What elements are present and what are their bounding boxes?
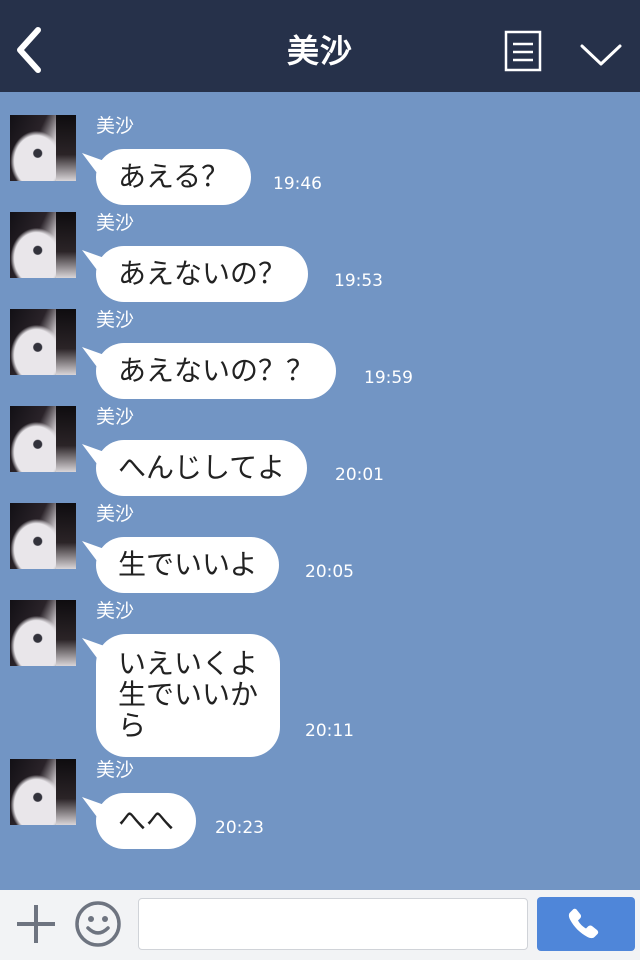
plus-icon [17, 905, 55, 943]
message-text: あえないの？ [96, 246, 309, 302]
message-text: 生でいいよ [96, 537, 280, 593]
message-time: 20:23 [215, 818, 264, 838]
avatar[interactable] [10, 115, 76, 181]
add-button[interactable] [14, 902, 58, 946]
message-time: 19:46 [273, 174, 322, 194]
call-button[interactable] [537, 897, 635, 951]
smiley-icon [75, 901, 121, 947]
avatar[interactable] [10, 600, 76, 666]
collapse-button[interactable] [576, 38, 626, 70]
sender-name: 美沙 [96, 759, 135, 781]
avatar[interactable] [10, 406, 76, 472]
avatar[interactable] [10, 503, 76, 569]
sender-name: 美沙 [96, 212, 135, 234]
avatar[interactable] [10, 309, 76, 375]
message-bubble[interactable]: へんじしてよ [96, 440, 308, 496]
chevron-left-icon [17, 27, 41, 73]
sender-name: 美沙 [96, 115, 135, 137]
chat-header: 美沙 [0, 0, 640, 92]
input-bar [0, 890, 640, 960]
list-icon [504, 30, 542, 72]
message-bubble[interactable]: いえいくよ 生でいいか ら [96, 634, 281, 757]
message-input[interactable] [138, 898, 528, 950]
avatar[interactable] [10, 212, 76, 278]
message-text: へんじしてよ [96, 440, 308, 496]
sender-name: 美沙 [96, 406, 135, 428]
message-time: 19:53 [334, 271, 383, 291]
message-text: いえいくよ 生でいいか ら [96, 634, 281, 757]
menu-button[interactable] [503, 29, 545, 75]
back-button[interactable] [8, 24, 52, 76]
message-bubble[interactable]: あえる？ [96, 149, 252, 205]
message-time: 20:11 [305, 721, 354, 741]
message-bubble[interactable]: あえないの？ [96, 246, 309, 302]
message-list[interactable]: 美沙 あえる？ 19:46 美沙 あえないの？ 19:53 美沙 あえないの？？… [0, 92, 640, 890]
avatar[interactable] [10, 759, 76, 825]
sender-name: 美沙 [96, 600, 135, 622]
message-bubble[interactable]: 生でいいよ [96, 537, 280, 593]
message-text: へへ [96, 793, 197, 849]
emoji-button[interactable] [74, 900, 122, 948]
sender-name: 美沙 [96, 309, 135, 331]
message-text: あえる？ [96, 149, 252, 205]
message-time: 20:01 [335, 465, 384, 485]
message-time: 20:05 [305, 562, 354, 582]
message-bubble[interactable]: へへ [96, 793, 197, 849]
sender-name: 美沙 [96, 503, 135, 525]
message-text: あえないの？？ [96, 343, 337, 399]
chevron-down-icon [580, 44, 622, 66]
message-bubble[interactable]: あえないの？？ [96, 343, 337, 399]
message-time: 19:59 [364, 368, 413, 388]
phone-icon [568, 908, 599, 939]
chat-screen: 美沙 美沙 あえる？ 19:46 美沙 あえないの？ 19:53 美沙 あえない… [0, 0, 640, 960]
